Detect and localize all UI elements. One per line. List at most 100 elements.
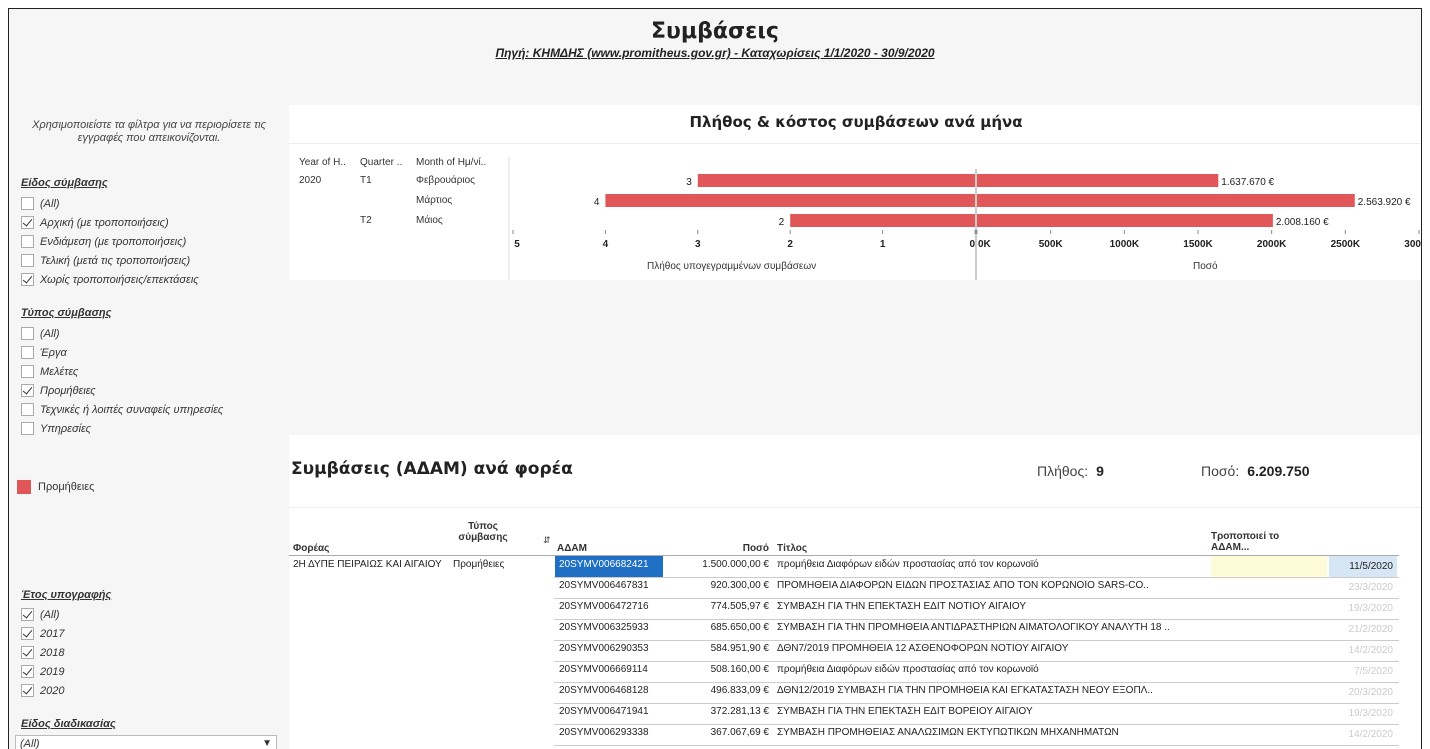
filter-option[interactable]: Προμήθειες <box>21 381 223 400</box>
checkbox-icon[interactable] <box>21 346 34 359</box>
filter-option-label: (All) <box>40 327 60 340</box>
kpi-amount-label: Ποσό: <box>1201 463 1240 479</box>
checkbox-checked-icon[interactable] <box>21 273 34 286</box>
filter-option[interactable]: Έργα <box>21 343 223 362</box>
filter-option-label: 2019 <box>40 665 65 678</box>
procedure-dropdown[interactable]: (All) ▼ <box>15 735 277 749</box>
filter-option[interactable]: Υπηρεσίες <box>21 419 223 438</box>
sort-icon[interactable]: ⇵ <box>543 535 551 546</box>
kpi-count: Πλήθος: 9 <box>1037 463 1104 479</box>
typos-cell: Προμήθειες <box>453 559 505 570</box>
adam-cell[interactable]: 20SYMV006325933 <box>559 622 649 634</box>
filter-title-contract-type: Τύπος σύμβασης <box>21 307 112 319</box>
date-cell: 14/2/2020 <box>1348 729 1394 740</box>
filter-option-label: Χωρίς τροποποιήσεις/επεκτάσεις <box>40 273 199 286</box>
filter-option[interactable]: Τελική (μετά τις τροποποιήσεις) <box>21 251 199 270</box>
filter-sidebar: Χρησιμοποιείστε τα φίλτρα για να περιορί… <box>9 105 289 749</box>
poso-cell: 372.281,13 € <box>710 706 769 717</box>
poso-cell: 920.300,00 € <box>710 580 769 591</box>
count-tick-label: 2 <box>787 239 793 250</box>
col-header-adam[interactable]: ΑΔΑΜ <box>557 543 587 554</box>
filter-list-contract-type: (All) Έργα Μελέτες Προμήθειες Τεχνικές ή λοι… <box>21 324 223 438</box>
amount-bar <box>977 174 1219 187</box>
adam-cell[interactable]: 20SYMV006682421 <box>559 559 649 571</box>
adam-cell[interactable]: 20SYMV006472716 <box>559 601 649 613</box>
amount-tick-label: 2000K <box>1257 239 1287 250</box>
titlos-cell: ΣΥΜΒΑΣΗ ΓΙΑ ΤΗΝ ΕΠΕΚΤΑΣΗ ΕΔΙΤ ΝΟΤΙΟΥ ΑΙΓ… <box>777 601 1026 612</box>
filter-option[interactable]: Χωρίς τροποποιήσεις/επεκτάσεις <box>21 270 199 289</box>
filter-option[interactable]: (All) <box>21 324 223 343</box>
col-header-poso[interactable]: Ποσό <box>689 543 769 554</box>
filter-option[interactable]: 2019 <box>21 662 64 681</box>
count-data-label: 2 <box>779 217 785 228</box>
filter-option[interactable]: Μελέτες <box>21 362 223 381</box>
filter-option[interactable]: (All) <box>21 605 64 624</box>
row-divider <box>554 661 1399 662</box>
poso-cell: 508.160,00 € <box>710 664 769 675</box>
checkbox-icon[interactable] <box>21 422 34 435</box>
adam-cell[interactable]: 20SYMV006669114 <box>559 664 648 676</box>
amount-data-label: 2.008.160 € <box>1276 217 1329 228</box>
adam-cell[interactable]: 20SYMV006293338 <box>559 727 649 739</box>
count-bar <box>697 174 975 187</box>
adam-cell[interactable]: 20SYMV006467831 <box>559 580 649 592</box>
legend-label: Προμήθειες <box>38 481 95 493</box>
checkbox-checked-icon[interactable] <box>21 608 34 621</box>
filter-option-label: Αρχική (με τροποποιήσεις) <box>40 216 169 229</box>
checkbox-icon[interactable] <box>21 365 34 378</box>
adam-cell[interactable]: 20SYMV006468128 <box>559 685 649 697</box>
date-cell: 14/2/2020 <box>1348 645 1394 656</box>
col-header-typos[interactable]: Τύπος σύμβασης <box>453 521 513 543</box>
checkbox-icon[interactable] <box>21 403 34 416</box>
source-link[interactable]: Πηγή: ΚΗΜΔΗΣ (www.promitheus.gov.gr) - Κ… <box>9 46 1421 60</box>
checkbox-checked-icon[interactable] <box>21 627 34 640</box>
checkbox-icon[interactable] <box>21 254 34 267</box>
checkbox-checked-icon[interactable] <box>21 665 34 678</box>
checkbox-checked-icon[interactable] <box>21 646 34 659</box>
amount-tick-label: 3000K <box>1404 239 1422 250</box>
titlos-cell: προμήθεια Διαφόρων ειδών προστασίας από … <box>777 664 1039 675</box>
checkbox-checked-icon[interactable] <box>21 684 34 697</box>
checkbox-icon[interactable] <box>21 327 34 340</box>
count-tick-label: 5 <box>514 239 520 250</box>
date-cell: 23/3/2020 <box>1348 582 1394 593</box>
filter-option[interactable]: Ενδιάμεση (με τροποποιήσεις) <box>21 232 199 251</box>
filter-title-procedure: Είδος διαδικασίας <box>21 718 116 730</box>
checkbox-icon[interactable] <box>21 235 34 248</box>
filter-option-label: (All) <box>40 197 60 210</box>
count-tick-label: 4 <box>603 239 609 250</box>
row-divider <box>554 703 1399 704</box>
checkbox-icon[interactable] <box>21 197 34 210</box>
checkbox-checked-icon[interactable] <box>21 384 34 397</box>
adam-cell[interactable]: 20SYMV006290353 <box>559 643 649 655</box>
chevron-down-icon[interactable]: ▼ <box>262 736 272 749</box>
filter-list-year: (All) 2017 2018 2019 2020 <box>21 605 64 700</box>
count-data-label: 3 <box>686 177 692 188</box>
count-tick-label: 0 <box>969 239 975 250</box>
bar-chart: 3 1.637.670 € 4 2.563.920 € 2 2.008.160 € 5 4 3 2… <box>508 157 1422 280</box>
filter-option-label: 2017 <box>40 627 65 640</box>
filter-option[interactable]: (All) <box>21 194 199 213</box>
procedure-dropdown-value: (All) <box>20 738 40 749</box>
date-cell: 7/5/2020 <box>1354 666 1393 677</box>
titlos-cell: ΔΘΝ7/2019 ΠΡΟΜΗΘΕΙΑ 12 ΑΣΘΕΝΟΦΟΡΩΝ ΝΟΤΙΟ… <box>777 643 1069 654</box>
col-header-titlos[interactable]: Τίτλος <box>777 543 807 554</box>
filter-option[interactable]: 2020 <box>21 681 64 700</box>
filter-option-label: 2018 <box>40 646 65 659</box>
filter-option[interactable]: Αρχική (με τροποποιήσεις) <box>21 213 199 232</box>
col-header-tropop[interactable]: Τροποποιεί το ΑΔΑΜ... <box>1211 531 1301 553</box>
titlos-cell: ΔΘΝ12/2019 ΣΥΜΒΑΣΗ ΓΙΑ ΤΗΝ ΠΡΟΜΗΘΕΙΑ ΚΑΙ… <box>777 685 1153 696</box>
filter-option-label: (All) <box>40 608 60 621</box>
row-divider <box>554 745 1399 746</box>
filter-option[interactable]: 2017 <box>21 624 64 643</box>
count-tick-label: 1 <box>880 239 886 250</box>
titlos-cell: ΣΥΜΒΑΣΗ ΓΙΑ ΤΗΝ ΕΠΕΚΤΑΣΗ ΕΔΙΤ ΒΟΡΕΙΟΥ ΑΙ… <box>777 706 1033 717</box>
adam-cell[interactable]: 20SYMV006471941 <box>559 706 649 718</box>
filter-option[interactable]: Τεχνικές ή λοιπές συναφείς υπηρεσίες <box>21 400 223 419</box>
filter-title-contract-kind: Είδος σύμβασης <box>21 177 108 189</box>
filter-option[interactable]: 2018 <box>21 643 64 662</box>
checkbox-checked-icon[interactable] <box>21 216 34 229</box>
col-header-foreas[interactable]: Φορέας <box>293 543 329 554</box>
amount-bar <box>977 194 1355 207</box>
contracts-table-panel: Συμβάσεις (ΑΔΑΜ) ανά φορέα Πλήθος: 9 Ποσό… <box>289 435 1421 749</box>
